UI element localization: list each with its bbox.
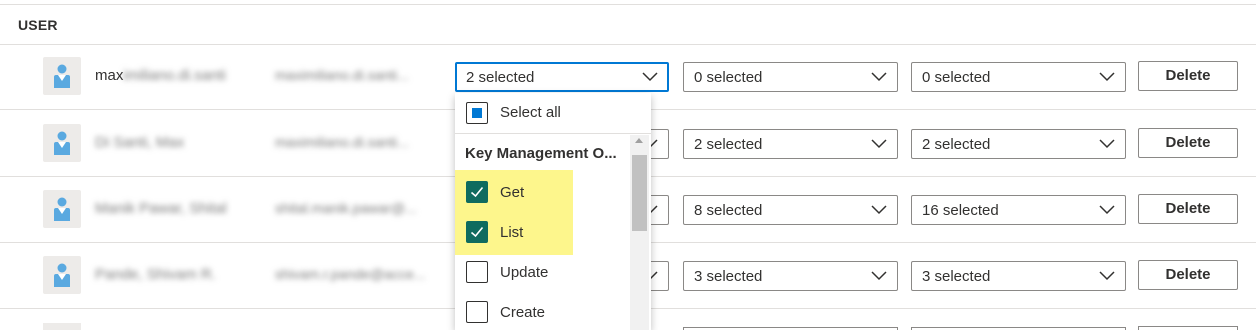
- delete-button[interactable]: Delete: [1138, 260, 1238, 290]
- option-label: Create: [500, 304, 546, 321]
- permission-dropdown-menu: Select all Key Management O... Get List …: [455, 93, 651, 330]
- chevron-down-icon: [871, 72, 887, 82]
- chevron-down-icon: [1099, 72, 1115, 82]
- chevron-down-icon: [871, 205, 887, 215]
- option-get-checkbox[interactable]: [466, 181, 488, 203]
- option-update-checkbox[interactable]: [466, 261, 488, 283]
- checkmark-icon: [470, 186, 484, 198]
- chevron-down-icon: [1099, 139, 1115, 149]
- select-all-checkbox[interactable]: [466, 102, 488, 124]
- user-name: maximiliano.di.santi: [95, 67, 226, 84]
- option-create-checkbox[interactable]: [466, 301, 488, 323]
- option-list-checkbox[interactable]: [466, 221, 488, 243]
- delete-button[interactable]: Delete: [1138, 128, 1238, 158]
- dropdown-value: 2 selected: [466, 69, 535, 86]
- chevron-down-icon: [871, 271, 887, 281]
- permission-dropdown-key[interactable]: 2 selected: [455, 62, 669, 92]
- permission-dropdown-secret[interactable]: 8 selected: [683, 195, 898, 225]
- permission-dropdown-certificate[interactable]: 16 selected: [911, 195, 1126, 225]
- select-all-option[interactable]: Select all: [455, 93, 651, 134]
- delete-button[interactable]: [1138, 326, 1238, 330]
- delete-button[interactable]: Delete: [1138, 61, 1238, 91]
- user-email: shital.manik.pawar@...: [275, 200, 417, 216]
- top-divider: [0, 4, 1256, 5]
- permission-dropdown-certificate[interactable]: 3 selected: [911, 261, 1126, 291]
- dropdown-value: 2 selected: [694, 136, 763, 153]
- option-group-header: Key Management O...: [465, 145, 617, 162]
- chevron-down-icon: [871, 139, 887, 149]
- permission-dropdown-secret[interactable]: 2 selected: [683, 129, 898, 159]
- user-name-redacted: Di Santi, Max: [95, 134, 185, 151]
- chevron-down-icon: [642, 72, 658, 82]
- option-label: Get: [500, 184, 525, 201]
- dropdown-value: 2 selected: [922, 136, 991, 153]
- option-label: Update: [500, 264, 549, 281]
- chevron-down-icon: [1099, 271, 1115, 281]
- checkmark-icon: [470, 226, 484, 238]
- user-avatar-icon: [43, 190, 81, 228]
- dropdown-value: 16 selected: [922, 202, 999, 219]
- dropdown-value: 0 selected: [694, 69, 763, 86]
- user-name-redacted: Manik Pawar, Shital: [95, 200, 227, 217]
- user-name-redacted: imiliano.di.santi: [123, 67, 226, 84]
- permission-dropdown-certificate[interactable]: 2 selected: [911, 129, 1126, 159]
- user-avatar-icon: [43, 256, 81, 294]
- permission-dropdown-secret[interactable]: 0 selected: [683, 62, 898, 92]
- user-avatar-icon: [43, 57, 81, 95]
- column-header-user: USER: [18, 17, 58, 33]
- delete-button[interactable]: Delete: [1138, 194, 1238, 224]
- dropdown-value: 3 selected: [694, 268, 763, 285]
- dropdown-value: 3 selected: [922, 268, 991, 285]
- permission-dropdown-certificate[interactable]: 0 selected: [911, 62, 1126, 92]
- user-email: maximiliano.di.santi...: [275, 134, 409, 150]
- user-name-redacted: Pande, Shivam R.: [95, 266, 216, 283]
- option-label: List: [500, 224, 524, 241]
- user-avatar-icon: [43, 124, 81, 162]
- chevron-down-icon: [1099, 205, 1115, 215]
- dropdown-scroll-thumb[interactable]: [632, 155, 647, 231]
- user-email: maximiliano.di.santi...: [275, 67, 409, 83]
- user-avatar-icon: [43, 323, 81, 330]
- select-all-label: Select all: [500, 104, 561, 121]
- scroll-up-arrow-icon[interactable]: [635, 138, 643, 143]
- dropdown-value: 0 selected: [922, 69, 991, 86]
- permission-dropdown-secret[interactable]: 3 selected: [683, 261, 898, 291]
- dropdown-value: 8 selected: [694, 202, 763, 219]
- user-email: shivam.r.pande@acce...: [275, 266, 426, 282]
- user-name-visible: max: [95, 67, 124, 84]
